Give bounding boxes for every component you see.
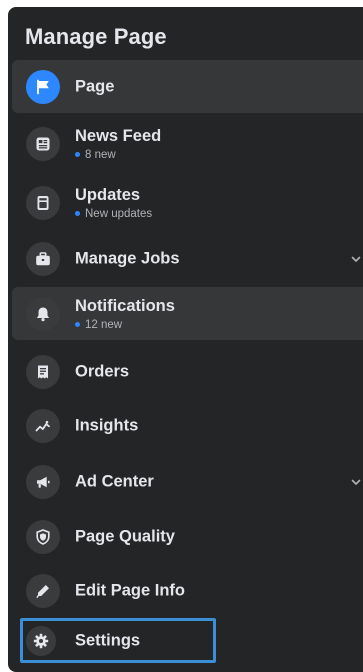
nav-item-ad-center[interactable]: Ad Center: [12, 455, 363, 508]
nav-item-settings[interactable]: Settings: [20, 618, 216, 663]
pencil-icon: [26, 573, 60, 608]
unread-dot-icon: [75, 322, 80, 327]
nav-item-edit-page-info[interactable]: Edit Page Info: [12, 564, 363, 617]
unread-dot-icon: [75, 152, 80, 157]
sub-label: 8 new: [85, 148, 116, 161]
nav-item-news-feed[interactable]: News Feed 8 new: [12, 117, 363, 170]
nav-item-label: Updates: [75, 185, 141, 204]
nav-item-manage-jobs[interactable]: Manage Jobs: [12, 232, 363, 285]
nav-item-page[interactable]: Page: [12, 60, 363, 113]
megaphone-icon: [26, 464, 60, 499]
gear-icon: [26, 625, 56, 656]
nav-item-label: Manage Jobs: [75, 249, 180, 267]
nav-item-label: Page Quality: [75, 527, 175, 545]
nav-item-label: Ad Center: [75, 472, 154, 490]
nav-item-label: Notifications: [75, 296, 175, 315]
orders-icon: [26, 354, 60, 389]
nav-item-label: Orders: [75, 362, 130, 380]
new-count-badge: 12 new: [75, 319, 175, 331]
insights-icon: [26, 408, 60, 443]
manage-page-panel: Manage Page Page News Feed 8 new Updates…: [8, 7, 363, 672]
nav-item-updates[interactable]: Updates New updates: [12, 176, 363, 229]
nav-item-label: News Feed: [75, 126, 162, 145]
new-count-badge: 8 new: [75, 149, 161, 161]
bell-icon: [26, 296, 60, 331]
sub-label: New updates: [85, 207, 153, 220]
updates-icon: [26, 185, 60, 220]
nav-item-label: Page: [75, 77, 115, 95]
nav-item-orders[interactable]: Orders: [12, 345, 363, 398]
flag-icon: [26, 69, 60, 104]
nav-item-notifications[interactable]: Notifications 12 new: [12, 287, 363, 340]
nav-item-label: Settings: [75, 631, 141, 649]
nav-item-insights[interactable]: Insights: [12, 399, 363, 452]
chevron-down-icon[interactable]: [350, 476, 362, 488]
nav-item-page-quality[interactable]: Page Quality: [12, 510, 363, 563]
unread-dot-icon: [75, 211, 80, 216]
new-count-badge: New updates: [75, 208, 152, 220]
nav-item-label: Insights: [75, 416, 139, 434]
sub-label: 12 new: [85, 318, 123, 331]
briefcase-icon: [26, 241, 60, 276]
panel-title: Manage Page: [25, 24, 167, 49]
nav-item-label: Edit Page Info: [75, 581, 186, 599]
shield-icon: [26, 519, 60, 554]
chevron-down-icon[interactable]: [350, 253, 362, 265]
news-feed-icon: [26, 126, 60, 161]
